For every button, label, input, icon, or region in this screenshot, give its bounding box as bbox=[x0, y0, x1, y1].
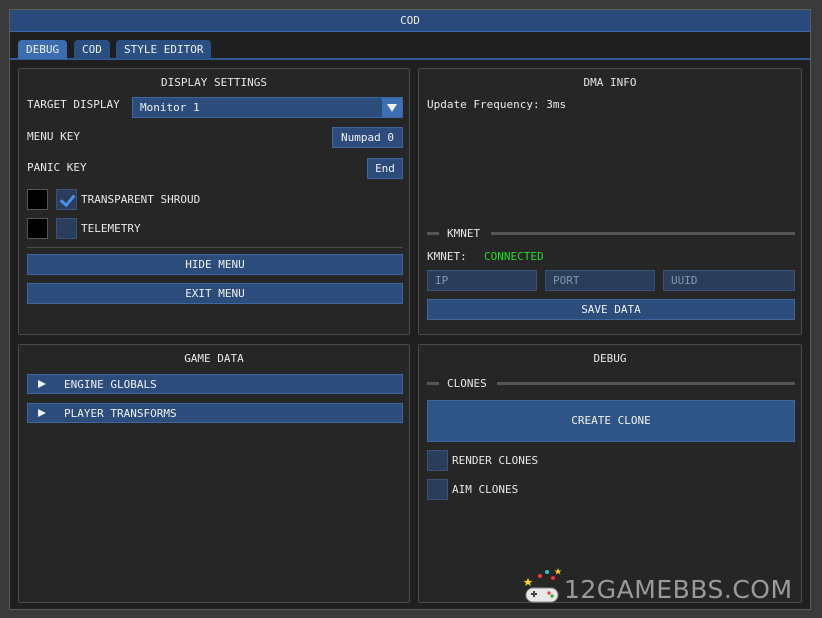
clones-separator-left bbox=[427, 382, 439, 385]
update-frequency-text: Update Frequency: 3ms bbox=[427, 98, 567, 111]
tab-bar: DEBUG COD STYLE EDITOR bbox=[10, 40, 810, 60]
target-display-select[interactable]: Monitor 1 bbox=[132, 97, 403, 118]
kmnet-separator-right bbox=[491, 232, 795, 235]
target-display-value: Monitor 1 bbox=[140, 101, 200, 114]
tab-cod[interactable]: COD bbox=[74, 40, 110, 59]
watermark: 12GAMEBBS.COM bbox=[520, 564, 810, 608]
dma-info-panel: DMA INFO Update Frequency: 3ms KMNET KMN… bbox=[418, 68, 802, 335]
game-data-panel: GAME DATA ENGINE GLOBALS PLAYER TRANSFOR… bbox=[18, 344, 410, 603]
expand-arrow-icon[interactable] bbox=[38, 380, 46, 388]
transparent-shroud-color-swatch[interactable] bbox=[27, 189, 48, 210]
kmnet-section-title: KMNET bbox=[447, 227, 481, 240]
uuid-placeholder: UUID bbox=[671, 274, 698, 287]
render-clones-checkbox[interactable] bbox=[427, 450, 448, 471]
aim-clones-label: AIM CLONES bbox=[452, 483, 519, 496]
engine-globals-label: ENGINE GLOBALS bbox=[64, 378, 157, 391]
transparent-shroud-checkbox[interactable] bbox=[56, 189, 77, 210]
window-title[interactable]: COD bbox=[10, 10, 810, 32]
tab-debug[interactable]: DEBUG bbox=[18, 40, 68, 59]
clones-separator-right bbox=[497, 382, 795, 385]
tab-style-editor[interactable]: STYLE EDITOR bbox=[116, 40, 212, 59]
transparent-shroud-label: TRANSPARENT SHROUD bbox=[81, 193, 201, 206]
player-transforms-label: PLAYER TRANSFORMS bbox=[64, 407, 177, 420]
save-data-button[interactable]: SAVE DATA bbox=[427, 299, 795, 320]
debug-title: DEBUG bbox=[593, 352, 627, 365]
create-clone-button[interactable]: CREATE CLONE bbox=[427, 400, 795, 442]
telemetry-label: TELEMETRY bbox=[81, 222, 141, 235]
menu-key-button[interactable]: Numpad 0 bbox=[332, 127, 403, 148]
player-transforms-tree-node[interactable]: PLAYER TRANSFORMS bbox=[27, 403, 403, 423]
aim-clones-checkbox[interactable] bbox=[427, 479, 448, 500]
telemetry-color-swatch[interactable] bbox=[27, 218, 48, 239]
clones-section-title: CLONES bbox=[447, 377, 487, 390]
ip-placeholder: IP bbox=[435, 274, 449, 287]
port-placeholder: PORT bbox=[553, 274, 580, 287]
gamepad-logo-icon bbox=[523, 568, 562, 603]
kmnet-status-badge: CONNECTED bbox=[484, 250, 544, 263]
expand-arrow-icon[interactable] bbox=[38, 409, 46, 417]
port-input[interactable]: PORT bbox=[545, 270, 655, 291]
kmnet-label: KMNET: bbox=[427, 250, 467, 263]
uuid-input[interactable]: UUID bbox=[663, 270, 795, 291]
telemetry-checkbox[interactable] bbox=[56, 218, 77, 239]
display-settings-divider bbox=[27, 247, 403, 248]
kmnet-separator-left bbox=[427, 232, 439, 235]
ip-input[interactable]: IP bbox=[427, 270, 537, 291]
dma-info-title: DMA INFO bbox=[583, 76, 637, 89]
game-data-title: GAME DATA bbox=[184, 352, 244, 365]
exit-menu-button[interactable]: EXIT MENU bbox=[27, 283, 403, 304]
render-clones-label: RENDER CLONES bbox=[452, 454, 539, 467]
display-settings-title: DISPLAY SETTINGS bbox=[161, 76, 267, 89]
hide-menu-button[interactable]: HIDE MENU bbox=[27, 254, 403, 275]
display-settings-panel: DISPLAY SETTINGS TARGET DISPLAY Monitor … bbox=[18, 68, 410, 335]
target-display-label: TARGET DISPLAY bbox=[27, 98, 120, 111]
panic-key-label: PANIC KEY bbox=[27, 161, 87, 174]
chevron-down-icon[interactable] bbox=[382, 98, 402, 117]
panic-key-button[interactable]: End bbox=[367, 158, 403, 179]
menu-key-label: MENU KEY bbox=[27, 130, 80, 143]
watermark-text: 12GAMEBBS.COM bbox=[564, 575, 793, 604]
app-window: COD DEBUG COD STYLE EDITOR DISPLAY SETTI… bbox=[9, 9, 811, 610]
engine-globals-tree-node[interactable]: ENGINE GLOBALS bbox=[27, 374, 403, 394]
